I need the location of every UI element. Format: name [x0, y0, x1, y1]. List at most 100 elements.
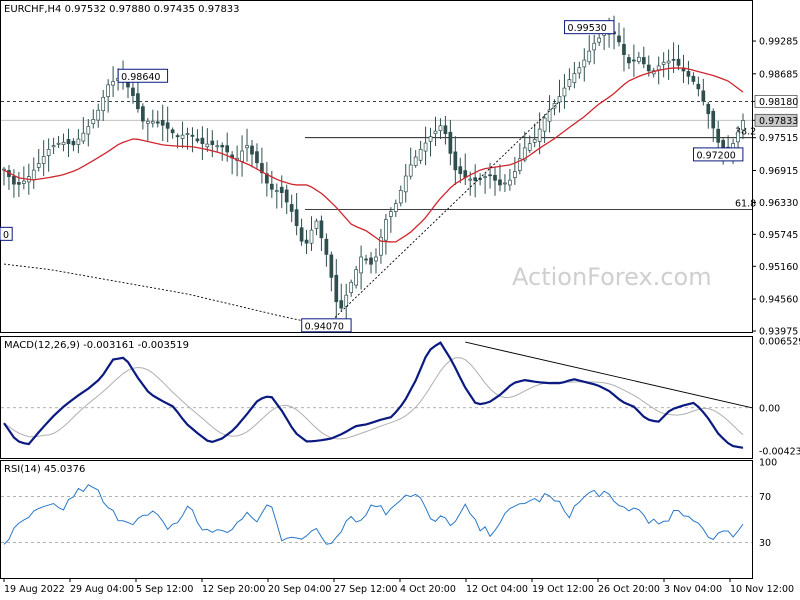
price-tick-label: 0.97515: [759, 133, 798, 144]
fib-label: 61.8: [735, 199, 756, 210]
candle-body: [448, 131, 453, 154]
price-tick-label: 0.98180: [759, 97, 798, 108]
candle-body: [374, 256, 378, 262]
candle-body: [453, 151, 458, 171]
candle-body: [220, 145, 225, 148]
candle-body: [41, 156, 46, 164]
candle-body: [537, 128, 542, 142]
rsi-panel-frame: [0, 460, 753, 579]
candle-body: [225, 145, 230, 153]
candle-body: [96, 109, 101, 121]
macd-tick-label: 0.006529: [759, 336, 800, 347]
candle-body: [180, 134, 185, 139]
x-tick-label: 19 Aug 2022: [4, 584, 65, 595]
candle-body: [443, 125, 448, 135]
price-header-text: EURCHF,H4 0.97532 0.97880 0.97435 0.9783…: [4, 4, 240, 15]
candle-body: [2, 168, 6, 171]
x-tick-label: 10 Nov 12:00: [730, 584, 794, 595]
candle-body: [587, 50, 592, 63]
rsi-tick-label: 100: [759, 458, 777, 469]
candle-body: [513, 171, 517, 178]
candle-body: [592, 42, 597, 51]
candle-body: [641, 57, 646, 65]
candle-body: [329, 254, 334, 278]
candle-body: [31, 169, 36, 180]
macd-panel-frame: [0, 336, 753, 459]
price-level-lines: 38.261.8: [1, 100, 756, 210]
price-trendlines: [3, 101, 560, 327]
candle-body: [354, 269, 358, 286]
candle-body: [483, 176, 487, 179]
candle-body: [741, 120, 745, 131]
candle-body: [289, 204, 294, 212]
candle-body: [418, 148, 423, 161]
candle-body: [245, 145, 249, 149]
macd-tick-label: -0.004233: [759, 447, 800, 458]
price-tick-label: 0.94560: [759, 295, 798, 306]
candle-body: [210, 140, 215, 145]
candle-body: [577, 67, 582, 74]
candle-body: [493, 174, 497, 181]
price-tick-label: 0.96330: [759, 198, 798, 209]
candle-body: [413, 156, 418, 166]
candle-body: [131, 87, 135, 96]
candle-body: [716, 128, 721, 143]
candle-body: [666, 60, 671, 64]
candle-body: [572, 73, 577, 83]
macd-line: [3, 341, 744, 449]
candle-body: [403, 175, 408, 193]
candle-body: [160, 120, 165, 126]
candle-body: [701, 90, 706, 102]
candle-body: [314, 220, 319, 229]
candle-body: [145, 120, 150, 124]
candle-body: [319, 220, 324, 239]
candle-body: [408, 164, 413, 177]
x-tick-label: 27 Sep 12:00: [334, 584, 397, 595]
candle-body: [671, 58, 676, 61]
candle-body: [428, 136, 433, 142]
candle-body: [542, 117, 547, 132]
rsi-tick-label: 70: [759, 492, 771, 503]
candle-body: [389, 211, 393, 217]
lower-dotted-trendline: [3, 263, 327, 327]
candle-body: [458, 166, 463, 174]
candle-body: [309, 229, 314, 244]
candle-body: [36, 163, 41, 168]
x-tick-label: 12 Sep 20:00: [202, 584, 265, 595]
candle-body: [274, 190, 279, 192]
candle-body: [721, 140, 726, 148]
candle-body: [17, 182, 21, 185]
candle-body: [557, 96, 562, 103]
price-tick-label: 0.97833: [759, 116, 798, 127]
y-axis-labels: 0.99285 0.98685 0.98180 0.97833 0.97515 0.969…: [752, 37, 800, 549]
x-tick-label: 4 Oct 20:00: [400, 584, 456, 595]
x-tick-label: 29 Aug 04:00: [70, 584, 134, 595]
candle-body: [71, 140, 76, 146]
candle-body: [656, 65, 661, 71]
candle-body: [676, 58, 681, 66]
candle-body: [686, 71, 691, 77]
candle-body: [364, 258, 368, 261]
candle-body: [185, 133, 190, 135]
candle-body: [141, 106, 145, 122]
candle-body: [508, 179, 512, 186]
candle-body: [636, 56, 641, 62]
candle-body: [165, 122, 170, 129]
price-annotation-label: 0.94070: [305, 321, 344, 332]
candle-body: [706, 103, 711, 115]
macd-signal-line: [3, 357, 744, 440]
x-tick-label: 20 Sep 04:00: [268, 584, 331, 595]
candle-body: [195, 138, 200, 142]
price-tick-label: 0.96915: [759, 166, 798, 177]
candle-body: [86, 126, 91, 135]
candle-body: [299, 227, 304, 242]
candle-body: [255, 151, 259, 164]
candle-body: [269, 183, 274, 190]
price-tick-label: 0.98685: [759, 69, 798, 80]
candle-body: [101, 96, 106, 112]
candle-body: [384, 219, 388, 241]
x-tick-label: 3 Nov 04:00: [664, 584, 722, 595]
candle-body: [56, 142, 61, 145]
candle-body: [344, 294, 349, 307]
candle-body: [66, 139, 71, 145]
